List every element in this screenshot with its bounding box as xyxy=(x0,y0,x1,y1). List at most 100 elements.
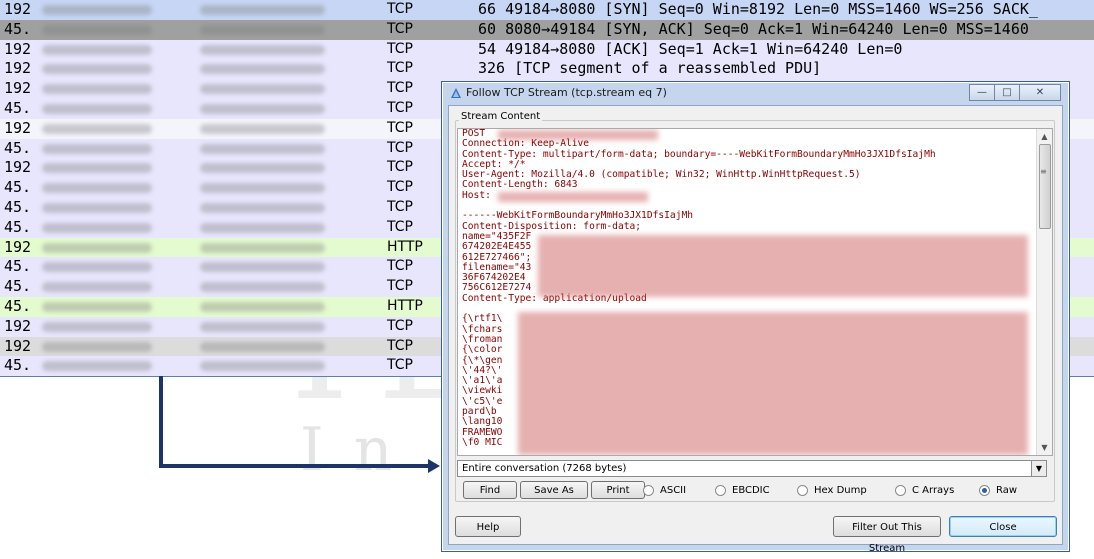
redacted-rtf-body xyxy=(518,312,1028,455)
packet-protocol: TCP xyxy=(387,317,413,334)
radio-c-arrays[interactable]: C Arrays xyxy=(895,484,954,497)
minimize-button[interactable]: — xyxy=(969,84,995,101)
packet-source-prefix: 192 xyxy=(4,59,32,78)
redacted-source xyxy=(42,143,152,154)
redacted-source xyxy=(42,341,152,352)
packet-source-prefix: 45. xyxy=(4,257,32,276)
redacted-source xyxy=(42,64,152,75)
arrow-head-icon xyxy=(428,459,440,473)
redacted-source xyxy=(42,123,152,134)
radio-label: ASCII xyxy=(660,485,687,496)
packet-protocol: TCP xyxy=(387,20,413,37)
maximize-button[interactable]: □ xyxy=(994,84,1020,101)
packet-protocol: TCP xyxy=(387,119,413,136)
close-window-button[interactable]: ✕ xyxy=(1019,84,1061,101)
packet-source-prefix: 45. xyxy=(4,178,32,197)
help-button[interactable]: Help xyxy=(455,516,521,537)
redacted-source xyxy=(42,103,152,114)
scroll-grip-icon: ≡ xyxy=(1040,167,1047,176)
packet-source-prefix: 192 xyxy=(4,336,32,355)
packet-source-prefix: 45. xyxy=(4,197,32,216)
radio-circle-icon[interactable] xyxy=(643,485,654,496)
packet-source-prefix: 45. xyxy=(4,138,32,157)
packet-protocol: HTTP xyxy=(387,238,423,255)
save-as-button[interactable]: Save As xyxy=(520,481,588,499)
packet-protocol: TCP xyxy=(387,139,413,156)
radio-circle-icon[interactable] xyxy=(797,485,808,496)
redacted-source xyxy=(42,262,152,273)
conversation-select-value: Entire conversation (7268 bytes) xyxy=(462,463,627,474)
scroll-up-icon[interactable]: ▲ xyxy=(1037,129,1052,144)
redacted-source xyxy=(42,163,152,174)
radio-label: Raw xyxy=(996,485,1018,496)
redacted-source xyxy=(42,202,152,213)
packet-protocol: TCP xyxy=(387,258,413,275)
packet-source-prefix: 192 xyxy=(4,158,32,177)
packet-row[interactable]: 45. TCP 60 8080→49184 [SYN, ACK] Seq=0 Ack… xyxy=(0,19,1094,40)
scroll-down-icon[interactable]: ▼ xyxy=(1037,440,1052,455)
redacted-destination xyxy=(200,242,325,253)
redacted-source xyxy=(42,361,152,372)
packet-protocol: TCP xyxy=(387,99,413,116)
packet-protocol: TCP xyxy=(387,40,413,57)
packet-source-prefix: 45. xyxy=(4,277,32,296)
packet-source-prefix: 192 xyxy=(4,316,32,335)
print-button[interactable]: Print xyxy=(591,481,645,499)
packet-row[interactable]: 192 TCP 326 [TCP segment of a reassembled … xyxy=(0,59,1094,80)
packet-protocol: TCP xyxy=(387,198,413,215)
packet-protocol: TCP xyxy=(387,337,413,354)
find-button[interactable]: Find xyxy=(463,481,517,499)
packet-info: 66 49184→8080 [SYN] Seq=0 Win=8192 Len=0… xyxy=(478,0,1038,18)
packet-source-prefix: 45. xyxy=(4,217,32,236)
packet-protocol: TCP xyxy=(387,159,413,176)
dialog-title: Follow TCP Stream (tcp.stream eq 7) xyxy=(466,86,667,99)
redacted-source xyxy=(42,24,152,35)
redacted-destination xyxy=(200,24,325,35)
stream-scrollbar[interactable]: ▲ ≡ ▼ xyxy=(1036,129,1052,455)
packet-info: 60 8080→49184 [SYN, ACK] Seq=0 Ack=1 Win… xyxy=(478,19,1029,38)
redacted-destination xyxy=(200,163,325,174)
arrow-line-horizontal xyxy=(159,464,429,468)
packet-protocol: TCP xyxy=(387,218,413,235)
stream-content-label: Stream Content xyxy=(459,111,543,122)
watermark-subtext: In xyxy=(300,415,423,485)
dialog-titlebar[interactable]: Follow TCP Stream (tcp.stream eq 7) — □ … xyxy=(442,82,1069,104)
redacted-host xyxy=(498,130,658,140)
filter-out-stream-button[interactable]: Filter Out This Stream xyxy=(833,516,941,554)
redacted-source xyxy=(42,242,152,253)
close-button[interactable]: Close xyxy=(949,516,1057,537)
packet-source-prefix: 192 xyxy=(4,118,32,137)
conversation-select[interactable]: Entire conversation (7268 bytes) ▼ xyxy=(457,460,1047,477)
chevron-down-icon[interactable]: ▼ xyxy=(1031,461,1046,476)
packet-protocol: TCP xyxy=(387,357,413,374)
packet-protocol: TCP xyxy=(387,60,413,77)
radio-hex-dump[interactable]: Hex Dump xyxy=(797,484,867,497)
radio-circle-icon[interactable] xyxy=(895,485,906,496)
radio-ascii[interactable]: ASCII xyxy=(643,484,686,497)
radio-raw[interactable]: Raw xyxy=(979,484,1017,497)
wireshark-fin-icon xyxy=(451,88,461,98)
redacted-source xyxy=(42,183,152,194)
redacted-destination xyxy=(200,143,325,154)
scroll-thumb[interactable] xyxy=(1039,144,1051,229)
packet-row[interactable]: 192 TCP 54 49184→8080 [ACK] Seq=1 Ack=1 Wi… xyxy=(0,39,1094,60)
redacted-destination xyxy=(200,282,325,293)
packet-info: 326 [TCP segment of a reassembled PDU] xyxy=(478,59,822,78)
packet-row[interactable]: 192 TCP 66 49184→8080 [SYN] Seq=0 Win=8192… xyxy=(0,0,1094,20)
radio-circle-icon[interactable] xyxy=(979,485,990,496)
redacted-source xyxy=(42,222,152,233)
radio-ebcdic[interactable]: EBCDIC xyxy=(715,484,770,497)
packet-source-prefix: 192 xyxy=(4,39,32,58)
radio-circle-icon[interactable] xyxy=(715,485,726,496)
packet-info: 54 49184→8080 [ACK] Seq=1 Ack=1 Win=6424… xyxy=(478,39,903,58)
packet-protocol: TCP xyxy=(387,1,413,17)
follow-tcp-stream-dialog: Follow TCP Stream (tcp.stream eq 7) — □ … xyxy=(441,81,1070,554)
redacted-source xyxy=(42,282,152,293)
redacted-destination xyxy=(200,222,325,233)
redacted-destination xyxy=(200,361,325,372)
stream-content-textarea[interactable]: POST Connection: Keep-Alive Content-Type… xyxy=(457,128,1053,456)
redacted-destination xyxy=(200,202,325,213)
packet-protocol: TCP xyxy=(387,278,413,295)
packet-protocol: TCP xyxy=(387,80,413,97)
redacted-source xyxy=(42,84,152,95)
